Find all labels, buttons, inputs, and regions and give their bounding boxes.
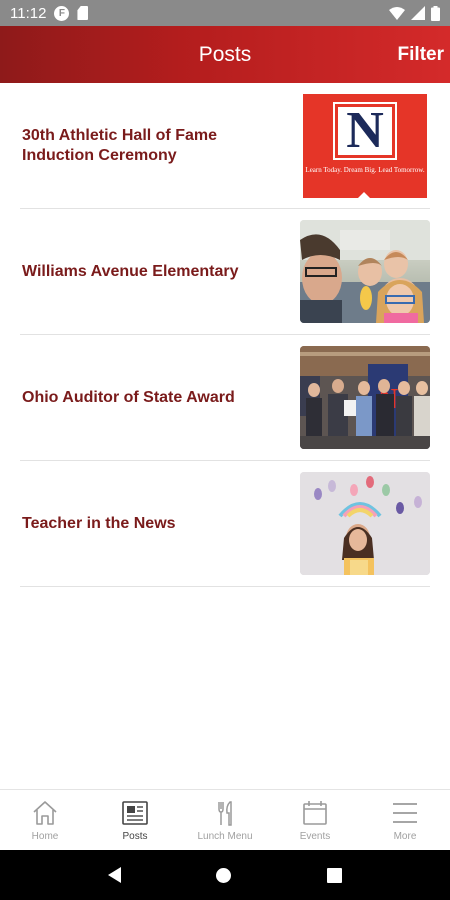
post-title: Williams Avenue Elementary — [22, 262, 239, 280]
app-bar: Posts Filter — [0, 26, 450, 83]
selfie-photo — [300, 220, 430, 323]
logo-tagline: Learn Today. Dream Big. Lead Tomorrow. — [305, 166, 425, 174]
nav-item-lunch-menu[interactable]: Lunch Menu — [180, 790, 270, 850]
nav-item-home[interactable]: Home — [0, 790, 90, 850]
post-item-teacher-news[interactable]: Teacher in the News — [20, 461, 430, 587]
page-title: Posts — [198, 42, 252, 66]
signal-icon — [411, 6, 425, 20]
post-thumbnail-photo — [300, 220, 430, 323]
nav-item-posts[interactable]: Posts — [90, 790, 180, 850]
nav-label: Home — [31, 831, 59, 842]
post-item-hall-of-fame[interactable]: 30th Athletic Hall of Fame Induction Cer… — [20, 83, 430, 209]
notification-f-icon: F — [54, 5, 70, 21]
system-nav-bar — [0, 850, 450, 900]
home-circle-icon[interactable] — [216, 867, 232, 883]
post-thumbnail-logo: N Learn Today. Dream Big. Lead Tomorrow. — [303, 94, 427, 198]
post-title: Ohio Auditor of State Award — [22, 388, 235, 406]
app-screen: 11:12 F Posts Filter 30th Athletic Hall … — [0, 0, 450, 900]
post-thumbnail-photo: N — [300, 346, 430, 449]
post-thumbnail-photo — [300, 472, 430, 575]
nav-label: More — [393, 831, 417, 842]
award-photo: N — [300, 346, 430, 449]
post-list: 30th Athletic Hall of Fame Induction Cer… — [0, 83, 450, 587]
fork-knife-icon — [218, 801, 232, 826]
nav-item-events[interactable]: Events — [270, 790, 360, 850]
menu-icon — [393, 803, 417, 823]
nav-item-more[interactable]: More — [360, 790, 450, 850]
calendar-icon — [303, 801, 327, 825]
post-item-auditor-award[interactable]: Ohio Auditor of State Award N — [20, 335, 430, 461]
sd-card-icon — [77, 6, 89, 20]
post-title: Teacher in the News — [22, 514, 176, 532]
bottom-nav: Home Posts Lunch Menu Events More — [0, 789, 450, 850]
post-title: 30th Athletic Hall of Fame Induction Cer… — [22, 126, 217, 164]
recent-apps-icon[interactable] — [327, 867, 343, 883]
battery-icon — [431, 5, 440, 21]
kid-photo — [300, 472, 430, 575]
back-icon[interactable] — [107, 867, 121, 883]
status-time: 11:12 — [10, 4, 47, 22]
logo-notch — [357, 192, 371, 198]
status-bar: 11:12 F — [0, 0, 450, 26]
nav-label: Lunch Menu — [197, 831, 253, 842]
nav-label: Events — [299, 831, 331, 842]
wifi-icon — [389, 6, 405, 20]
home-icon — [33, 801, 57, 825]
newspaper-icon — [122, 801, 148, 825]
nav-label: Posts — [122, 831, 148, 842]
school-logo-letter: N — [333, 102, 397, 160]
post-item-williams-avenue[interactable]: Williams Avenue Elementary — [20, 209, 430, 335]
filter-button[interactable]: Filter — [398, 26, 444, 83]
